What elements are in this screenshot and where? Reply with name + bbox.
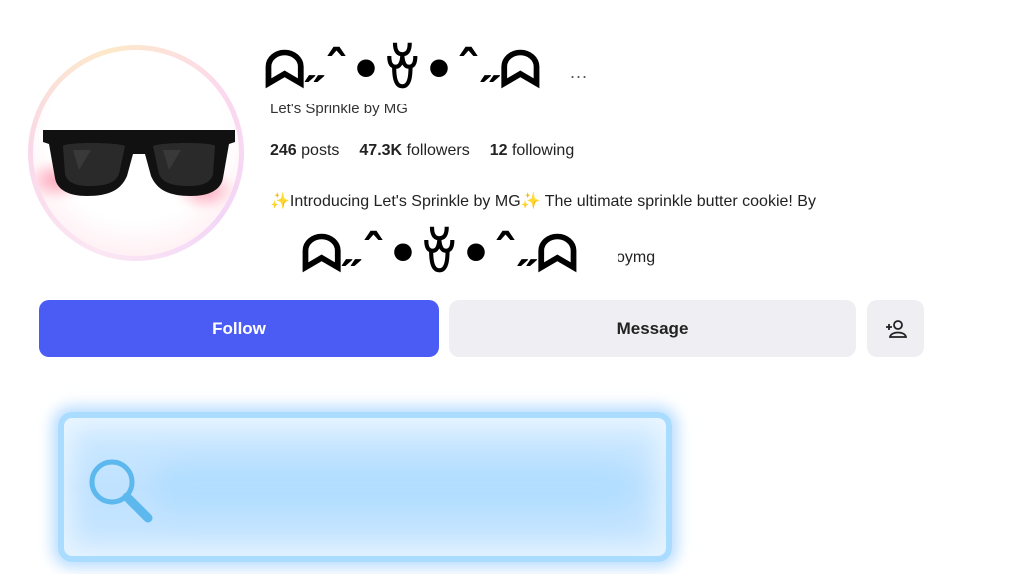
followers-count: 47.3K xyxy=(359,142,403,159)
search-icon xyxy=(89,459,153,523)
posts-label: posts xyxy=(301,142,340,159)
posts-count: 246 xyxy=(270,142,297,159)
followers-stat[interactable]: 47.3K followers xyxy=(359,142,469,160)
display-name-box: ᗣ˶ˆ•ꈊ•ˆ˶ᗣ xyxy=(238,28,568,106)
following-label: following xyxy=(511,142,575,159)
add-user-icon xyxy=(885,319,907,338)
bio-text: ✨Introducing Let's Sprinkle by MG✨ The u… xyxy=(270,193,816,210)
follow-button[interactable]: Follow xyxy=(39,300,439,357)
profile-stats: 246 posts 47.3K followers 12 following xyxy=(270,142,574,160)
search-box[interactable] xyxy=(58,412,672,562)
posts-stat[interactable]: 246 posts xyxy=(270,142,339,160)
add-user-button[interactable] xyxy=(867,300,924,357)
message-button[interactable]: Message xyxy=(449,300,856,357)
avatar[interactable] xyxy=(33,50,239,256)
following-count: 12 xyxy=(489,142,508,159)
more-options-button[interactable]: ... xyxy=(570,62,588,83)
followers-label: followers xyxy=(406,142,470,159)
bio-kaomoji-box: ᗣ˶ˆ•ꈊ•ˆ˶ᗣ xyxy=(262,210,618,292)
bio-kaomoji: ᗣ˶ˆ•ꈊ•ˆ˶ᗣ xyxy=(300,225,580,283)
search-input[interactable] xyxy=(154,462,634,512)
sunglasses-icon xyxy=(43,130,235,196)
following-stat[interactable]: 12 following xyxy=(490,142,575,160)
display-name: ᗣ˶ˆ•ꈊ•ˆ˶ᗣ xyxy=(263,41,543,99)
username: Let's Sprinkle by MG xyxy=(270,104,408,117)
avatar-ring[interactable] xyxy=(28,45,244,261)
bio-handle[interactable]: oymg xyxy=(616,249,655,267)
